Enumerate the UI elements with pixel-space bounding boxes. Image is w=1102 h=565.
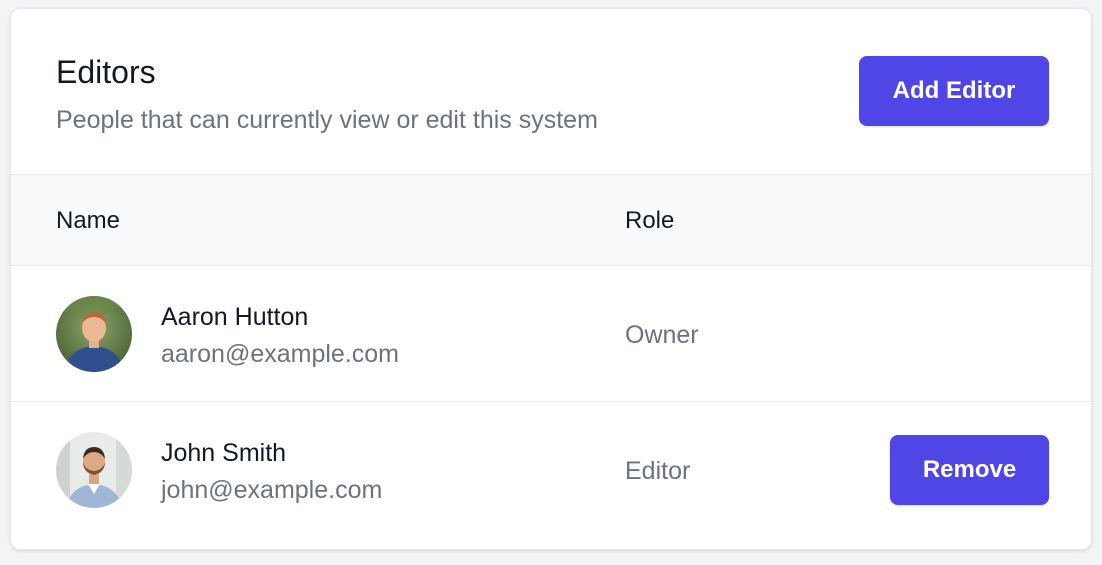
column-header-role: Role	[625, 207, 675, 234]
avatar	[56, 296, 132, 372]
table-row: John Smith john@example.com Editor Remov…	[11, 402, 1091, 538]
person-role: Owner	[625, 321, 699, 349]
person-role: Editor	[625, 457, 691, 485]
card-title: Editors	[56, 54, 156, 90]
person-name: Aaron Hutton	[161, 303, 309, 331]
card-subtitle: People that can currently view or edit t…	[56, 106, 598, 134]
remove-editor-button[interactable]: Remove	[890, 435, 1049, 505]
person-name: John Smith	[161, 439, 287, 467]
card-header: Editors People that can currently view o…	[11, 9, 1091, 175]
editors-card: Editors People that can currently view o…	[10, 8, 1092, 550]
avatar	[56, 432, 132, 508]
person-email: john@example.com	[161, 476, 383, 504]
person-email: aaron@example.com	[161, 340, 399, 368]
table-row: Aaron Hutton aaron@example.com Owner	[11, 266, 1091, 402]
column-header-name: Name	[56, 207, 121, 234]
add-editor-button[interactable]: Add Editor	[859, 56, 1049, 126]
table-header: Name Role	[11, 175, 1091, 266]
